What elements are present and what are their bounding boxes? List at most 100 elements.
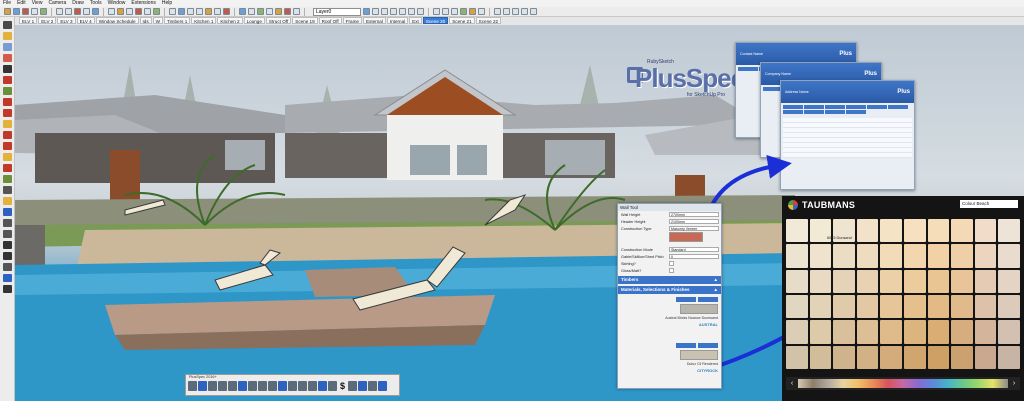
colour-swatch[interactable] — [856, 269, 879, 293]
tape-icon[interactable] — [2, 186, 12, 194]
colour-swatch[interactable] — [974, 269, 997, 293]
tab-scene[interactable]: ELV 4 — [76, 17, 95, 24]
colour-swatch[interactable] — [880, 244, 902, 268]
colour-swatch[interactable] — [927, 294, 950, 319]
tab-scene[interactable]: Scene 19 — [292, 17, 318, 24]
column-tool-icon[interactable] — [278, 381, 287, 391]
next-arrow-icon[interactable]: › — [1008, 380, 1020, 387]
follow-me-icon[interactable] — [2, 131, 12, 139]
tab-scene[interactable]: ELV 3 — [57, 17, 76, 24]
report-button[interactable] — [846, 110, 866, 114]
colour-swatch[interactable] — [809, 269, 832, 293]
colour-swatch[interactable] — [856, 345, 879, 369]
colour-swatch[interactable] — [880, 345, 902, 369]
dimension-icon[interactable] — [2, 197, 12, 205]
circle-icon[interactable] — [2, 98, 12, 106]
colour-swatch[interactable] — [786, 345, 808, 369]
section-plane-icon[interactable] — [223, 8, 230, 15]
report-button[interactable] — [804, 110, 824, 114]
report-button[interactable] — [738, 67, 758, 71]
menu-help[interactable]: Help — [162, 0, 172, 7]
colour-search-input[interactable]: Colour Beach — [960, 200, 1018, 208]
position-camera-icon[interactable] — [2, 285, 12, 293]
orbit-icon[interactable] — [2, 219, 12, 227]
pan-icon[interactable] — [178, 8, 185, 15]
paint-tool-icon[interactable] — [328, 381, 337, 391]
colour-swatch[interactable] — [998, 269, 1020, 293]
construction-swatch[interactable] — [669, 232, 703, 242]
colour-swatch[interactable] — [880, 219, 902, 243]
colour-swatch[interactable] — [904, 345, 926, 369]
move-icon[interactable] — [65, 8, 72, 15]
colour-swatch[interactable] — [833, 244, 855, 268]
report-button[interactable] — [783, 110, 803, 114]
colour-swatch[interactable] — [951, 345, 973, 369]
tab-scene[interactable]: Struct Off — [265, 17, 292, 24]
rectangle-icon[interactable] — [2, 87, 12, 95]
menu-extensions[interactable]: Extensions — [131, 0, 155, 7]
warehouse-icon[interactable] — [239, 8, 246, 15]
report-button[interactable] — [867, 105, 887, 109]
colour-swatch[interactable] — [974, 345, 997, 369]
components-icon[interactable] — [293, 8, 300, 15]
xray-icon[interactable] — [433, 8, 440, 15]
layer-tool-icon[interactable] — [358, 381, 367, 391]
right-view-icon[interactable] — [399, 8, 406, 15]
colour-swatch[interactable] — [856, 294, 879, 319]
colour-swatch[interactable] — [974, 294, 997, 319]
report-tool-icon[interactable] — [318, 381, 327, 391]
tab-scene[interactable]: ELV 2 — [38, 17, 57, 24]
search-material-button[interactable] — [676, 297, 696, 302]
text-icon[interactable] — [2, 208, 12, 216]
colour-swatch[interactable] — [833, 320, 855, 344]
component-icon[interactable] — [2, 32, 12, 40]
back-view-icon[interactable] — [408, 8, 415, 15]
construction-mode-select[interactable]: Standard — [669, 247, 719, 252]
prev-arrow-icon[interactable]: ‹ — [786, 380, 798, 387]
monochrome-icon[interactable] — [478, 8, 485, 15]
colour-swatch[interactable] — [951, 294, 973, 319]
zoom-extents-icon[interactable] — [196, 8, 203, 15]
report-button[interactable] — [825, 110, 845, 114]
menu-window[interactable]: Window — [108, 0, 126, 7]
section-materials[interactable]: Materials, Selections & Finishes ▲ — [618, 286, 721, 294]
tab-scene[interactable]: External — [362, 17, 386, 24]
pitch-field[interactable]: 0 — [669, 254, 719, 259]
colour-swatch[interactable] — [856, 320, 879, 344]
colour-swatch[interactable] — [880, 320, 902, 344]
report-button[interactable] — [825, 105, 845, 109]
tab-scene[interactable]: Ids — [139, 17, 152, 24]
settings-tool-icon[interactable] — [368, 381, 377, 391]
tab-scene-active[interactable]: Scene 20 — [422, 17, 449, 24]
tab-scene[interactable]: Scene 21 — [449, 17, 475, 24]
rotate-icon[interactable] — [2, 153, 12, 161]
menu-camera[interactable]: Camera — [48, 0, 66, 7]
colour-swatch[interactable] — [833, 294, 855, 319]
select-arrow-icon[interactable] — [2, 21, 12, 29]
colour-swatch[interactable] — [998, 244, 1020, 268]
left-view-icon[interactable] — [417, 8, 424, 15]
model-info-icon[interactable] — [530, 8, 537, 15]
menu-edit[interactable]: Edit — [17, 0, 26, 7]
textured-icon[interactable] — [469, 8, 476, 15]
colour-swatch[interactable] — [904, 269, 926, 293]
slab-tool-icon[interactable] — [268, 381, 277, 391]
rotate-icon[interactable] — [74, 8, 81, 15]
push-pull-icon[interactable] — [2, 120, 12, 128]
colour-swatch[interactable] — [927, 320, 950, 344]
colour-swatch[interactable] — [809, 320, 832, 344]
colour-swatch[interactable] — [951, 269, 973, 293]
eraser-icon[interactable] — [13, 8, 20, 15]
hidden-line-icon[interactable] — [451, 8, 458, 15]
colour-swatch[interactable] — [998, 294, 1020, 319]
arc-tool-icon[interactable] — [31, 8, 38, 15]
zoom-icon[interactable] — [187, 8, 194, 15]
eraser-icon[interactable] — [2, 54, 12, 62]
look-icon[interactable] — [2, 274, 12, 282]
tab-scene[interactable]: Kitchen 1 — [191, 17, 217, 24]
menu-tools[interactable]: Tools — [90, 0, 102, 7]
gloss-checkbox[interactable] — [669, 268, 674, 273]
folder-icon[interactable] — [512, 8, 519, 15]
text-icon[interactable] — [135, 8, 142, 15]
layer-select[interactable]: Layer0 — [313, 7, 361, 16]
